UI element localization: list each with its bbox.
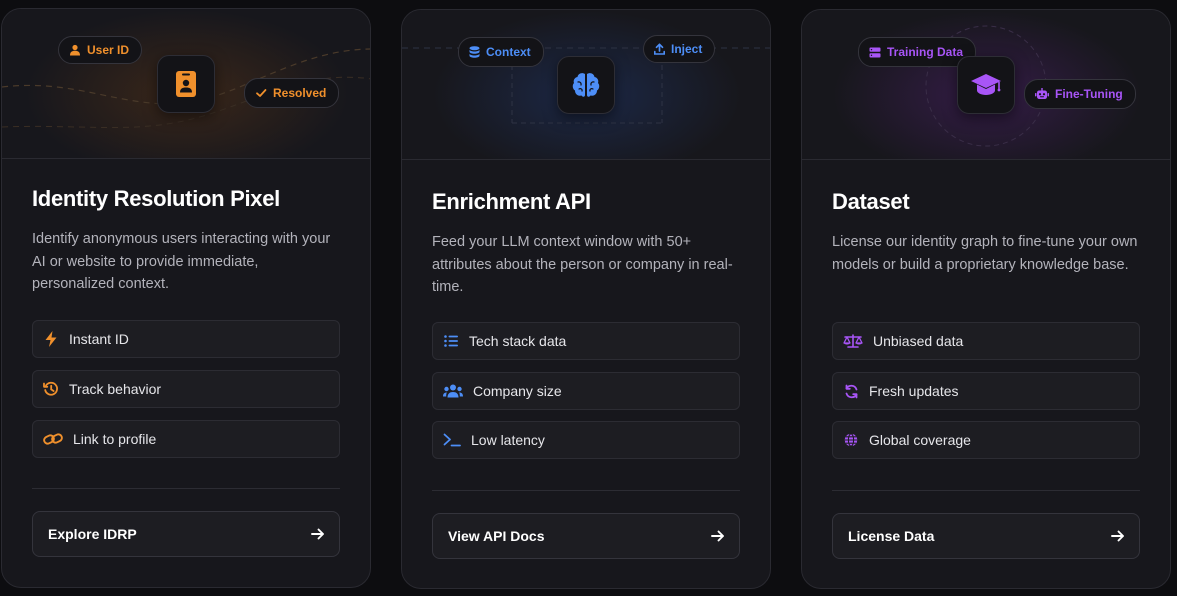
id-badge-icon [157, 55, 215, 113]
divider [432, 490, 740, 491]
feature-global-coverage: Global coverage [832, 421, 1140, 459]
arrow-right-icon [711, 530, 724, 542]
divider [832, 490, 1140, 491]
server-icon [869, 47, 881, 57]
check-icon [256, 89, 267, 97]
card-description: Identify anonymous users interacting wit… [32, 231, 331, 292]
scale-icon [843, 333, 863, 349]
card-description: License our identity graph to fine-tune … [832, 234, 1138, 273]
users-icon [443, 383, 463, 399]
robot-icon [1035, 88, 1049, 99]
user-icon [70, 44, 80, 56]
lightning-icon [43, 331, 59, 347]
card-enrichment-api: Context Inject Enrichment API Feed your … [401, 9, 771, 589]
card-description: Feed your LLM context window with 50+ at… [432, 234, 733, 295]
card-hero: User ID Resolved [2, 9, 370, 159]
pill-inject: Inject [643, 35, 716, 63]
feature-track-behavior: Track behavior [32, 370, 340, 408]
history-icon [43, 381, 59, 397]
refresh-icon [843, 383, 859, 399]
feature-tech-stack-data: Tech stack data [432, 322, 740, 360]
card-hero: Context Inject [402, 10, 770, 160]
feature-low-latency: Low latency [432, 421, 740, 459]
graduation-cap-icon [957, 56, 1015, 114]
divider [32, 488, 340, 489]
card-dataset: Training Data Fine-Tuning Dataset Licens… [801, 9, 1171, 589]
feature-unbiased-data: Unbiased data [832, 322, 1140, 360]
license-data-button[interactable]: License Data [832, 513, 1140, 559]
arrow-right-icon [1111, 530, 1124, 542]
explore-idrp-button[interactable]: Explore IDRP [32, 511, 340, 557]
database-icon [469, 46, 480, 58]
view-api-docs-button[interactable]: View API Docs [432, 513, 740, 559]
list-icon [443, 333, 459, 349]
pill-fine-tuning: Fine-Tuning [1024, 79, 1136, 109]
card-identity-resolution-pixel: User ID Resolved Identity Resolution Pix… [1, 8, 371, 588]
card-title: Enrichment API [432, 189, 591, 214]
pill-context: Context [458, 37, 544, 67]
link-icon [43, 431, 63, 447]
card-hero: Training Data Fine-Tuning [802, 10, 1170, 160]
pill-resolved: Resolved [244, 78, 340, 108]
terminal-icon [443, 432, 461, 448]
arrow-right-icon [311, 528, 324, 540]
card-title: Identity Resolution Pixel [32, 186, 280, 211]
upload-icon [654, 43, 665, 55]
pill-user-id: User ID [58, 36, 143, 64]
card-title: Dataset [832, 189, 910, 214]
feature-fresh-updates: Fresh updates [832, 372, 1140, 410]
feature-link-to-profile: Link to profile [32, 420, 340, 458]
brain-icon [557, 56, 615, 114]
feature-instant-id: Instant ID [32, 320, 340, 358]
globe-icon [843, 432, 859, 448]
feature-company-size: Company size [432, 372, 740, 410]
